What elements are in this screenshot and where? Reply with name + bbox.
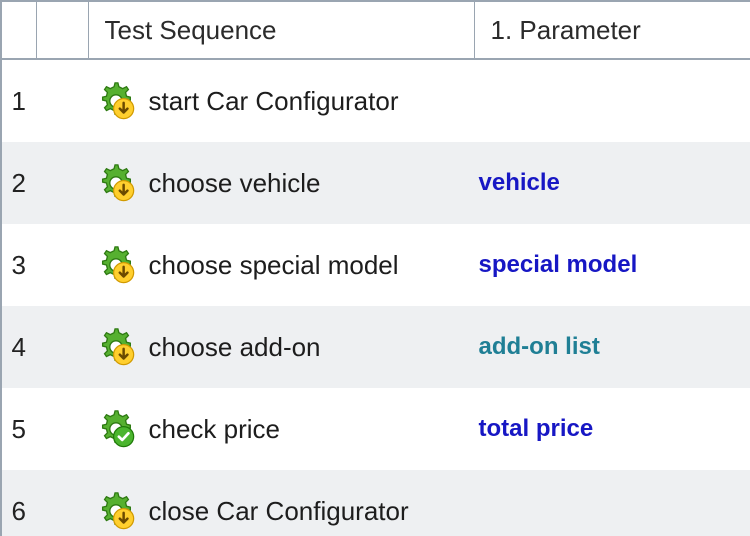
row-number: 3 — [2, 224, 36, 306]
gear-check-icon — [95, 408, 137, 450]
row-number: 4 — [2, 306, 36, 388]
table-header-row: Test Sequence 1. Parameter — [2, 1, 750, 59]
row-number: 2 — [2, 142, 36, 224]
test-sequence-cell[interactable]: start Car Configurator — [88, 59, 474, 142]
row-spacer — [36, 388, 88, 470]
table-row[interactable]: 3 choose special model special model — [2, 224, 750, 306]
row-spacer — [36, 470, 88, 536]
table-row[interactable]: 5 check price total price — [2, 388, 750, 470]
test-sequence-label: start Car Configurator — [149, 86, 399, 117]
test-sequence-cell[interactable]: check price — [88, 388, 474, 470]
table-row[interactable]: 2 choose vehicle vehicle — [2, 142, 750, 224]
test-sequence-table: Test Sequence 1. Parameter 1 start Car Co… — [2, 0, 750, 536]
row-spacer — [36, 59, 88, 142]
test-sequence-label: choose special model — [149, 250, 399, 281]
gear-arrow-icon — [95, 244, 137, 286]
table-row[interactable]: 4 choose add-on add-on list — [2, 306, 750, 388]
parameter-cell[interactable]: vehicle — [474, 142, 750, 224]
gear-arrow-icon — [95, 162, 137, 204]
parameter-value: total price — [479, 415, 594, 442]
test-sequence-cell[interactable]: choose add-on — [88, 306, 474, 388]
test-sequence-cell[interactable]: close Car Configurator — [88, 470, 474, 536]
gear-arrow-icon — [95, 490, 137, 532]
parameter-value: add-on list — [479, 333, 600, 360]
column-header-parameter[interactable]: 1. Parameter — [474, 1, 750, 59]
row-number: 5 — [2, 388, 36, 470]
parameter-cell — [474, 470, 750, 536]
parameter-cell[interactable]: total price — [474, 388, 750, 470]
parameter-cell[interactable]: special model — [474, 224, 750, 306]
parameter-value: vehicle — [479, 169, 560, 196]
gear-arrow-icon — [95, 80, 137, 122]
table-row[interactable]: 6 close Car Configurator — [2, 470, 750, 536]
row-spacer — [36, 224, 88, 306]
gear-arrow-icon — [95, 326, 137, 368]
row-spacer — [36, 142, 88, 224]
row-number: 6 — [2, 470, 36, 536]
table-row[interactable]: 1 start Car Configurator — [2, 59, 750, 142]
column-header-sequence[interactable]: Test Sequence — [88, 1, 474, 59]
parameter-value: special model — [479, 251, 638, 278]
test-sequence-label: close Car Configurator — [149, 496, 409, 527]
row-spacer — [36, 306, 88, 388]
column-header-sequence-label: Test Sequence — [89, 2, 474, 58]
test-sequence-label: choose add-on — [149, 332, 321, 363]
column-header-parameter-label: 1. Parameter — [475, 2, 750, 58]
test-sequence-cell[interactable]: choose special model — [88, 224, 474, 306]
test-sequence-cell[interactable]: choose vehicle — [88, 142, 474, 224]
column-header-gutter1 — [2, 1, 36, 59]
test-sequence-label: choose vehicle — [149, 168, 321, 199]
parameter-cell[interactable]: add-on list — [474, 306, 750, 388]
row-number: 1 — [2, 59, 36, 142]
parameter-cell — [474, 59, 750, 142]
column-header-gutter2 — [36, 1, 88, 59]
test-sequence-label: check price — [149, 414, 281, 445]
